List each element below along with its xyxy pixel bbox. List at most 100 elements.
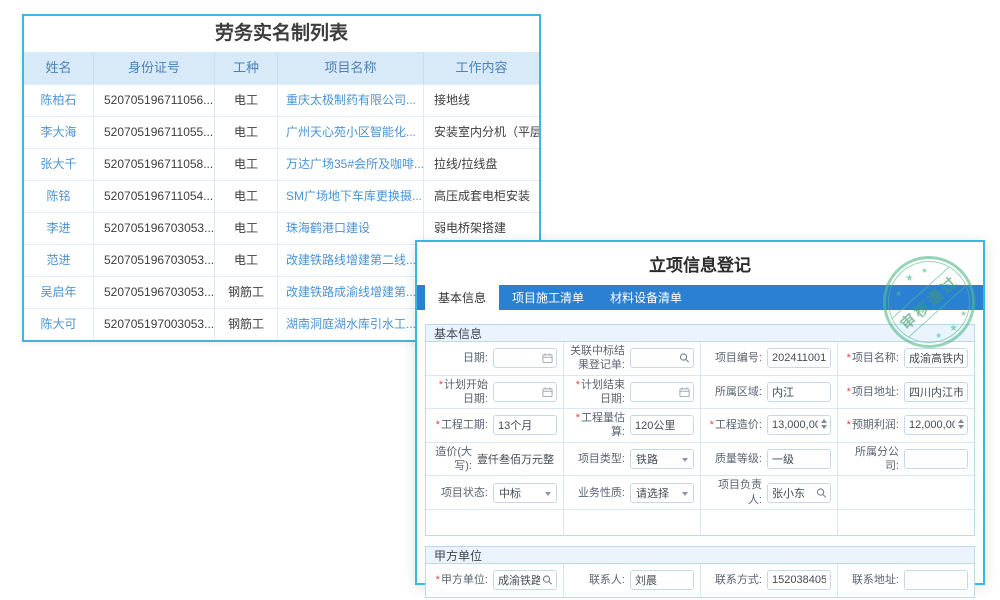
worker-name-link[interactable]: 李大海 [24, 117, 93, 148]
star-icon: ★ [960, 310, 967, 318]
region-input[interactable] [767, 382, 831, 402]
worker-id-number: 520705196711058... [93, 149, 214, 180]
calendar-icon[interactable] [542, 353, 553, 364]
project-number-input[interactable] [767, 348, 831, 368]
table-header-row: 姓名 身份证号 工种 项目名称 工作内容 [24, 52, 539, 84]
worker-worktype: 电工 [214, 213, 277, 244]
worker-id-number: 520705196711056... [93, 85, 214, 116]
column-header-worktype: 工种 [214, 52, 277, 84]
contact-person-input[interactable] [630, 570, 694, 590]
work-content: 高压成套电柜安装 [423, 181, 539, 212]
tab-materials-list[interactable]: 材料设备清单 [597, 285, 695, 310]
project-name-link[interactable]: 万达广场35#会所及咖啡... [277, 149, 423, 180]
number-spinner-icon[interactable] [958, 419, 964, 429]
number-spinner-icon[interactable] [821, 419, 827, 429]
worker-worktype: 钢筋工 [214, 309, 277, 340]
empty-cell [837, 476, 974, 509]
selected-value: 请选择 [636, 485, 669, 501]
required-mark: * [576, 412, 580, 424]
field-label: 联系方式: [715, 574, 762, 586]
field-branch-company: 所属分公司: [837, 443, 974, 476]
field-contact-address: 联系地址: [837, 564, 974, 597]
tab-basic-info[interactable]: 基本信息 [425, 285, 499, 310]
worker-worktype: 电工 [214, 149, 277, 180]
field-label: 工程造价: [715, 419, 762, 431]
selected-value: 中标 [499, 485, 521, 501]
form-content: 基本信息 日期: 关联中标结果登记单: 项目编号: [417, 310, 983, 600]
quantity-input[interactable] [630, 415, 694, 435]
field-label: 造价(大写): [435, 446, 472, 472]
field-project-duration: *工程工期: [426, 409, 563, 442]
section-basic-info: 基本信息 日期: 关联中标结果登记单: 项目编号: [425, 324, 975, 536]
approval-stamp: 审核通过 ★ ★ ★ ★ ★ ★ [883, 256, 975, 348]
worker-name-link[interactable]: 范进 [24, 245, 93, 276]
business-nature-select[interactable]: 请选择 [630, 483, 694, 503]
project-type-select[interactable]: 铁路 [630, 449, 694, 469]
worker-name-link[interactable]: 吴启年 [24, 277, 93, 308]
duration-input[interactable] [493, 415, 557, 435]
field-label: 甲方单位: [441, 574, 488, 586]
contact-phone-input[interactable] [767, 570, 831, 590]
field-contact-person: 联系人: [563, 564, 700, 597]
search-icon[interactable] [816, 487, 827, 498]
form-row: 日期: 关联中标结果登记单: 项目编号: *项目名称: [426, 342, 974, 375]
labor-list-title: 劳务实名制列表 [24, 16, 539, 52]
worker-name-link[interactable]: 陈大可 [24, 309, 93, 340]
tab-construction-list[interactable]: 项目施工清单 [499, 285, 597, 310]
required-mark: * [847, 352, 851, 364]
cost-in-words-value: 壹仟叁佰万元整 [477, 454, 554, 466]
field-quality-grade: 质量等级: [700, 443, 837, 476]
search-icon[interactable] [542, 575, 553, 586]
column-header-project: 项目名称 [277, 52, 423, 84]
project-name-link[interactable]: 改建铁路线增建第二线... [277, 245, 423, 276]
section-party-a-header: 甲方单位 [426, 547, 974, 564]
empty-cell [837, 510, 974, 535]
calendar-icon[interactable] [542, 386, 553, 397]
project-name-link[interactable]: 珠海鹤港口建设 [277, 213, 423, 244]
search-icon[interactable] [679, 353, 690, 364]
field-label: 工程工期: [441, 419, 488, 431]
star-icon: ★ [949, 324, 958, 334]
field-region: 所属区域: [700, 376, 837, 409]
project-name-link[interactable]: 重庆太极制药有限公司... [277, 85, 423, 116]
worker-name-link[interactable]: 陈柏石 [24, 85, 93, 116]
field-project-manager: 项目负责人: [700, 476, 837, 509]
project-name-link[interactable]: SM广场地下车库更换摄... [277, 181, 423, 212]
field-contact-phone: 联系方式: [700, 564, 837, 597]
column-header-name: 姓名 [24, 52, 93, 84]
field-party-a: *甲方单位: [426, 564, 563, 597]
field-label: 工程量估算: [581, 412, 625, 438]
project-status-select[interactable]: 中标 [493, 483, 557, 503]
field-cost-in-words: 造价(大写): 壹仟叁佰万元整 [426, 443, 563, 476]
project-name-link[interactable]: 湖南洞庭湖水库引水工... [277, 309, 423, 340]
calendar-icon[interactable] [679, 386, 690, 397]
worker-name-link[interactable]: 陈铭 [24, 181, 93, 212]
field-project-address: *项目地址: [837, 376, 974, 409]
section-party-a: 甲方单位 *甲方单位: 联系人: 联系方式: 联系地址 [425, 546, 975, 598]
table-row: 李大海 520705196711055... 电工 广州天心苑小区智能化... … [24, 116, 539, 148]
field-label: 项目状态: [441, 487, 488, 499]
field-label: 所属区域: [715, 386, 762, 398]
table-row: 陈柏石 520705196711056... 电工 重庆太极制药有限公司... … [24, 84, 539, 116]
worker-worktype: 钢筋工 [214, 277, 277, 308]
project-name-input[interactable] [904, 348, 968, 368]
chevron-down-icon [545, 492, 551, 496]
field-label: 关联中标结果登记单: [570, 345, 625, 371]
contact-address-input[interactable] [904, 570, 968, 590]
screen: 劳务实名制列表 姓名 身份证号 工种 项目名称 工作内容 陈柏石 5207051… [0, 0, 1000, 600]
worker-name-link[interactable]: 李进 [24, 213, 93, 244]
worker-id-number: 520705196703053... [93, 277, 214, 308]
project-address-input[interactable] [904, 382, 968, 402]
field-label: 项目地址: [852, 386, 899, 398]
project-name-link[interactable]: 广州天心苑小区智能化... [277, 117, 423, 148]
worker-id-number: 520705196703053... [93, 213, 214, 244]
field-label: 项目名称: [852, 352, 899, 364]
required-mark: * [710, 419, 714, 431]
form-row: *甲方单位: 联系人: 联系方式: 联系地址: [426, 564, 974, 597]
worker-id-number: 520705196703053... [93, 245, 214, 276]
worker-name-link[interactable]: 张大千 [24, 149, 93, 180]
project-name-link[interactable]: 改建铁路成渝线增建第... [277, 277, 423, 308]
branch-company-input[interactable] [904, 449, 968, 469]
quality-grade-input[interactable] [767, 449, 831, 469]
form-row: 造价(大写): 壹仟叁佰万元整 项目类型: 铁路 质量等级: 所属分公司: [426, 442, 974, 476]
